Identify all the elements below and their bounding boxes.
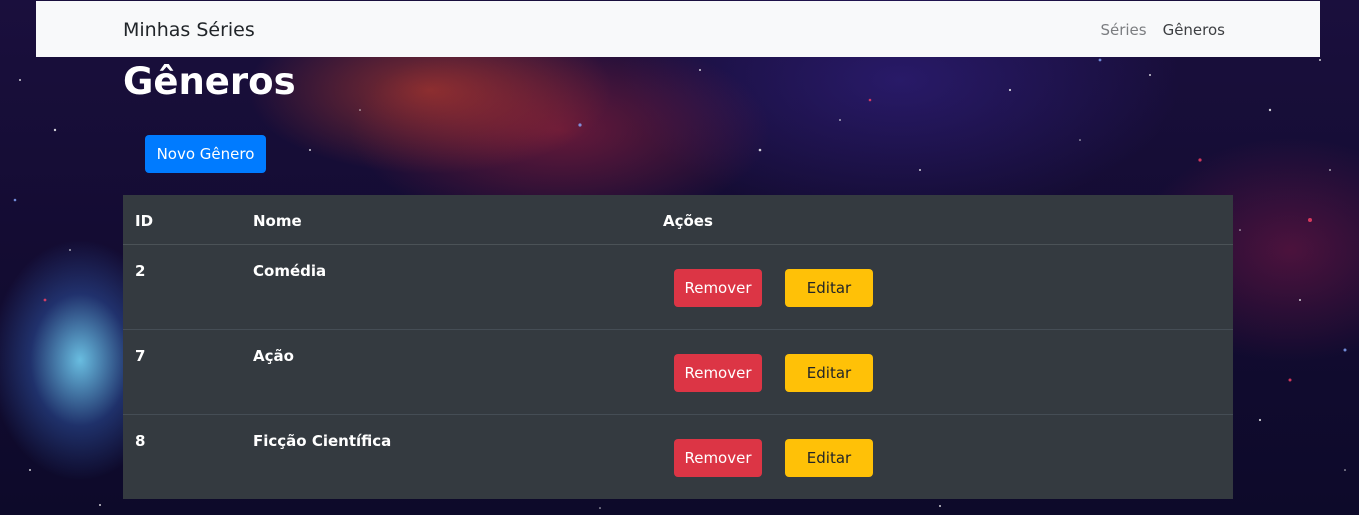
table-row: 2 Comédia Remover Editar [123, 245, 1233, 330]
navbar: Minhas Séries Séries Gêneros [36, 1, 1320, 57]
remove-button[interactable]: Remover [674, 439, 762, 477]
header-id: ID [135, 212, 154, 230]
nav-link-series[interactable]: Séries [1100, 21, 1146, 39]
header-name: Nome [253, 212, 302, 230]
edit-button[interactable]: Editar [785, 354, 873, 392]
brand-link[interactable]: Minhas Séries [123, 19, 255, 41]
cell-id: 8 [135, 432, 146, 450]
nav-links: Séries Gêneros [1100, 21, 1225, 39]
cell-id: 2 [135, 262, 146, 280]
table-row: 8 Ficção Científica Remover Editar [123, 415, 1233, 499]
genres-table: ID Nome Ações 2 Comédia Remover Editar 7… [123, 195, 1233, 499]
header-actions: Ações [663, 212, 713, 230]
table-row: 7 Ação Remover Editar [123, 330, 1233, 415]
page-title: Gêneros [123, 60, 296, 103]
edit-button[interactable]: Editar [785, 439, 873, 477]
nav-link-generos[interactable]: Gêneros [1163, 21, 1225, 39]
new-genre-button[interactable]: Novo Gênero [145, 135, 266, 173]
cell-name: Ficção Científica [253, 432, 392, 450]
table-header: ID Nome Ações [123, 195, 1233, 245]
edit-button[interactable]: Editar [785, 269, 873, 307]
cell-name: Ação [253, 347, 294, 365]
remove-button[interactable]: Remover [674, 354, 762, 392]
cell-id: 7 [135, 347, 146, 365]
cell-name: Comédia [253, 262, 327, 280]
remove-button[interactable]: Remover [674, 269, 762, 307]
